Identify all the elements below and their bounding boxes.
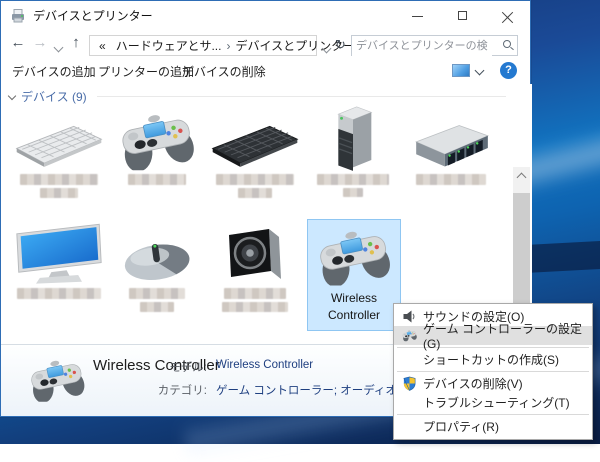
mouse-icon [109,219,205,285]
recent-locations-chevron-icon[interactable] [54,43,64,53]
up-button[interactable]: ↑ [65,34,87,51]
game-controller-icon [109,105,205,171]
close-button[interactable] [485,1,530,31]
help-button[interactable]: ? [500,62,517,79]
close-icon [502,10,514,22]
censored-label [222,302,288,312]
view-thumbnail-icon [452,64,470,77]
window-title: デバイスとプリンター [33,1,153,31]
censored-label [128,174,186,185]
remove-device-button[interactable]: デバイスの削除 [182,63,266,80]
device-tile-monitor[interactable] [11,219,107,331]
titlebar[interactable]: デバイスとプリンター [1,1,530,31]
game-controller-icon [308,220,400,286]
category-label: カテゴリ: [121,382,207,398]
menu-separator [397,371,589,372]
device-tile-keyboard-light[interactable] [11,105,107,217]
censored-label [17,288,101,299]
speaker-icon [401,309,418,324]
gamepad-icon [401,328,418,343]
breadcrumb-separator-icon: › [226,39,230,53]
censored-label [40,188,78,198]
menu-separator [397,414,589,415]
model-label: モデル: [121,359,207,375]
refresh-button[interactable]: ↻ [335,37,346,53]
scroll-up-icon[interactable] [513,167,530,183]
context-menu: サウンドの設定(O) ゲーム コントローラーの設定(G) ショートカットの作成(… [393,303,593,440]
censored-label [317,174,389,185]
minimize-button[interactable] [395,1,440,31]
group-count: (9) [72,90,87,104]
menu-item-properties[interactable]: プロパティ(R) [394,417,592,436]
censored-label [343,188,363,197]
network-hub-icon [403,105,499,171]
search-icon [503,40,511,48]
censored-label [416,174,486,185]
censored-label [20,174,98,185]
maximize-button[interactable] [440,1,485,31]
censored-label [224,288,286,299]
device-tile-network-hub[interactable] [403,105,499,217]
add-device-button[interactable]: デバイスの追加 [12,63,96,80]
maximize-icon [458,11,467,20]
minimize-icon [412,16,423,17]
device-tile-keyboard-dark[interactable] [207,105,303,217]
forward-button[interactable]: → [29,34,51,51]
menu-item-troubleshoot[interactable]: トラブルシューティング(T) [394,393,592,412]
censored-label [140,302,174,312]
device-tile-wireless-controller[interactable]: Wireless Controller [307,219,401,331]
model-value: Wireless Controller [216,359,313,375]
keyboard-light-icon [11,105,107,171]
devices-group-header[interactable]: デバイス (9) [9,88,506,105]
device-tile-mouse[interactable] [109,219,205,331]
breadcrumb-collapsed[interactable]: « [99,39,106,53]
menu-item-create-shortcut[interactable]: ショートカットの作成(S) [394,350,592,369]
group-rule [97,96,506,97]
speaker-device-icon [207,219,303,285]
address-bar[interactable]: « ハードウェアとサ... › デバイスとプリンター [89,35,317,56]
add-printer-button[interactable]: プリンターの追加 [98,63,194,80]
wallpaper-dark-band [525,241,600,273]
censored-label [238,188,272,198]
censored-label [216,174,294,185]
menu-item-game-controller-settings[interactable]: ゲーム コントローラーの設定(G) [394,326,592,345]
breadcrumb-parent[interactable]: ハードウェアとサ... [116,37,222,54]
search-box[interactable] [351,35,518,56]
command-toolbar: デバイスの追加 プリンターの追加 デバイスの削除 ? [1,59,530,84]
change-view-button[interactable] [452,63,486,80]
menu-item-remove-device[interactable]: デバイスの削除(V) [394,374,592,393]
pc-tower-icon [305,105,401,171]
navigation-bar: ← → ↑ « ハードウェアとサ... › デバイスとプリンター ↻ [1,31,530,59]
group-label: デバイス [21,90,69,104]
scrollbar-thumb[interactable] [513,193,530,303]
keyboard-dark-icon [207,105,303,171]
monitor-icon [11,219,107,285]
game-controller-icon [25,357,89,403]
device-tile-speaker[interactable] [207,219,303,331]
view-dropdown-chevron-icon [475,66,485,76]
censored-label [129,288,185,299]
uac-shield-icon [401,376,418,391]
collapse-chevron-icon [8,91,16,99]
device-tile-game-controller[interactable] [109,105,205,217]
selected-device-label: Wireless Controller [308,290,400,324]
printer-icon [10,8,26,24]
device-tile-pc-tower[interactable] [305,105,401,217]
back-button[interactable]: ← [7,34,29,51]
search-input[interactable] [352,37,492,56]
